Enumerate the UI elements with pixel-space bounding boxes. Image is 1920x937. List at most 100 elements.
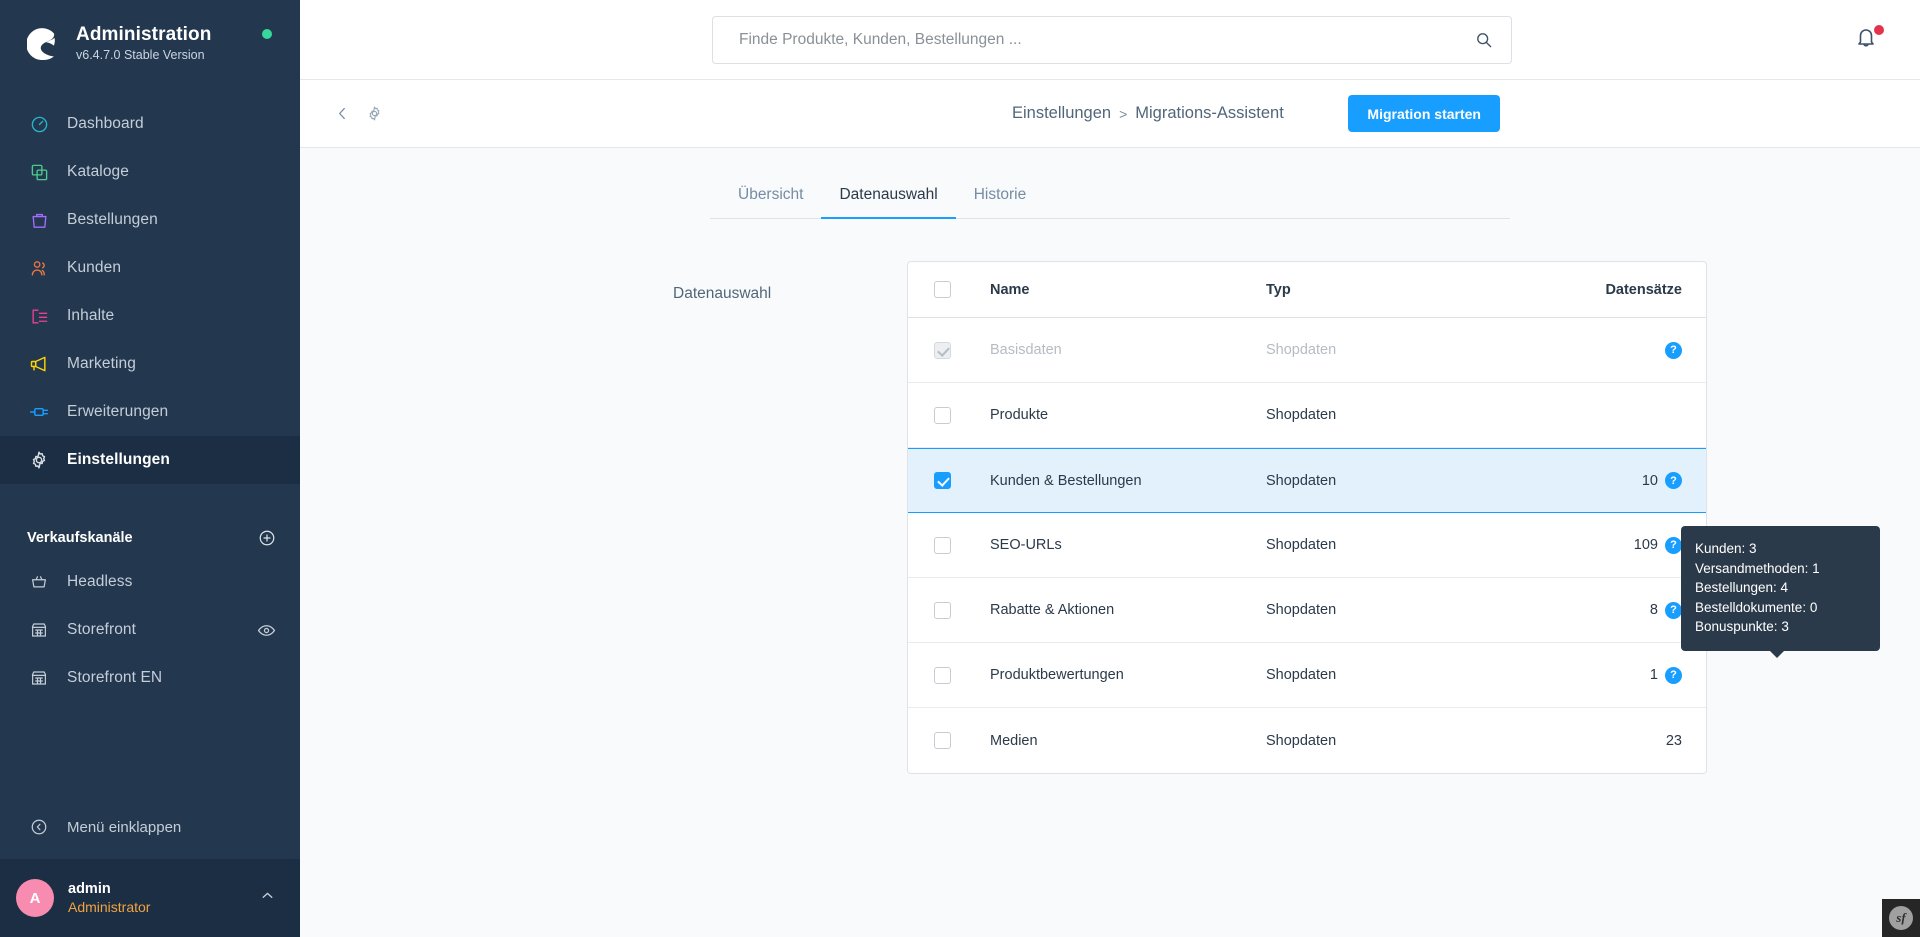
row-records: ? — [1586, 341, 1706, 359]
sales-channel-section-header: Verkaufskanäle — [0, 518, 300, 558]
collapse-menu-button[interactable]: Menü einklappen — [0, 803, 300, 851]
sidebar-title-block: Administration v6.4.7.0 Stable Version — [76, 24, 211, 64]
table-row[interactable]: Medien Shopdaten 23 — [908, 708, 1706, 773]
help-icon[interactable]: ? — [1665, 472, 1682, 489]
row-select-cell — [934, 341, 980, 359]
row-select-cell — [934, 536, 980, 554]
shopware-logo-icon — [22, 22, 66, 66]
help-icon[interactable]: ? — [1665, 601, 1682, 619]
sidebar-item-inhalte[interactable]: Inhalte — [0, 292, 300, 340]
tab-datenauswahl[interactable]: Datenauswahl — [821, 172, 956, 219]
sidebar-item-marketing[interactable]: Marketing — [0, 340, 300, 388]
settings-shortcut-button[interactable] — [360, 100, 388, 128]
sidebar-item-kataloge[interactable]: Kataloge — [0, 148, 300, 196]
row-name: Kunden & Bestellungen — [990, 472, 1142, 489]
chevron-up-icon — [259, 887, 276, 909]
sidebar-item-storefront[interactable]: Storefront — [0, 606, 300, 654]
data-selection-section: Datenauswahl Name Typ Datensätze Basisda… — [510, 261, 1710, 774]
extensions-icon — [23, 402, 55, 422]
search-box[interactable] — [712, 15, 1512, 64]
user-menu[interactable]: A admin Administrator — [0, 859, 300, 937]
user-role: Administrator — [68, 899, 151, 915]
symfony-debug-toolbar[interactable]: sf — [1882, 899, 1920, 937]
row-checkbox[interactable] — [934, 601, 951, 619]
sidebar-item-label: Storefront — [67, 621, 137, 638]
table-row[interactable]: Produkte Shopdaten — [908, 383, 1706, 448]
sidebar-item-erweiterungen[interactable]: Erweiterungen — [0, 388, 300, 436]
table-row[interactable]: Kunden & Bestellungen Shopdaten 10 ? — [908, 448, 1706, 513]
row-select-cell — [934, 406, 980, 424]
row-checkbox — [934, 341, 951, 359]
sidebar-item-label: Inhalte — [67, 307, 115, 324]
status-dot — [262, 29, 272, 39]
row-records: 1 ? — [1586, 666, 1706, 684]
row-name: Rabatte & Aktionen — [990, 602, 1115, 618]
tab-uebersicht[interactable]: Übersicht — [720, 172, 821, 219]
sidebar-item-storefront-en[interactable]: Storefront EN — [0, 654, 300, 702]
row-checkbox[interactable] — [934, 406, 951, 424]
search-icon[interactable] — [1474, 30, 1493, 49]
global-search — [712, 15, 1512, 64]
notification-badge — [1874, 24, 1884, 35]
column-header-records: Datensätze — [1605, 281, 1682, 298]
row-type: Shopdaten — [1266, 732, 1337, 749]
sidebar-item-bestellungen[interactable]: Bestellungen — [0, 196, 300, 244]
app-title: Administration — [76, 24, 212, 45]
row-type: Shopdaten — [1266, 602, 1337, 618]
table-row[interactable]: Basisdaten Shopdaten ? — [908, 318, 1706, 383]
sidebar-item-label: Erweiterungen — [67, 403, 169, 420]
notifications-button[interactable] — [1854, 24, 1884, 55]
data-selection-table: Name Typ Datensätze Basisdaten Shopdaten… — [907, 261, 1707, 774]
table-row[interactable]: Rabatte & Aktionen Shopdaten 8 ? — [908, 578, 1706, 643]
row-type: Shopdaten — [1266, 667, 1337, 683]
start-migration-button[interactable]: Migration starten — [1348, 95, 1500, 132]
sidebar-item-label: Einstellungen — [67, 451, 170, 468]
row-type: Shopdaten — [1266, 407, 1337, 423]
breadcrumb-current: Migrations-Assistent — [1135, 104, 1284, 122]
row-checkbox[interactable] — [934, 472, 951, 489]
breadcrumb-separator: > — [1119, 105, 1128, 122]
store-icon — [23, 669, 55, 687]
tab-historie[interactable]: Historie — [956, 172, 1045, 219]
help-icon[interactable]: ? — [1665, 341, 1682, 359]
catalog-icon — [23, 163, 55, 182]
sidebar-item-kunden[interactable]: Kunden — [0, 244, 300, 292]
row-type: Shopdaten — [1266, 472, 1337, 489]
row-name: Produkte — [990, 407, 1049, 423]
record-details-tooltip: Kunden: 3 Versandmethoden: 1 Bestellunge… — [1681, 526, 1880, 657]
sidebar-item-label: Headless — [67, 573, 133, 590]
sidebar-item-dashboard[interactable]: Dashboard — [0, 100, 300, 148]
table-row[interactable]: Produktbewertungen Shopdaten 1 ? — [908, 643, 1706, 708]
help-icon[interactable]: ? — [1665, 536, 1682, 554]
row-name: Medien — [990, 732, 1038, 749]
eye-icon[interactable] — [257, 621, 276, 640]
sidebar-header: Administration v6.4.7.0 Stable Version — [0, 0, 300, 88]
sidebar-item-einstellungen[interactable]: Einstellungen — [0, 436, 300, 484]
user-name: admin — [68, 881, 111, 897]
row-record-count: 23 — [1665, 732, 1682, 749]
select-all-checkbox[interactable] — [934, 281, 951, 298]
sidebar-item-label: Bestellungen — [67, 211, 158, 228]
row-checkbox[interactable] — [934, 666, 951, 684]
plus-circle-icon[interactable] — [258, 529, 276, 547]
help-icon[interactable]: ? — [1665, 666, 1682, 684]
tooltip-line: Versandmethoden: 1 — [1695, 560, 1820, 576]
row-records: 23 — [1586, 733, 1706, 749]
dashboard-icon — [23, 115, 55, 134]
search-input[interactable] — [739, 30, 1474, 49]
sales-channel-title: Verkaufskanäle — [27, 530, 133, 546]
table-row[interactable]: SEO-URLs Shopdaten 109 ? — [908, 513, 1706, 578]
row-name: Basisdaten — [990, 342, 1062, 358]
breadcrumb-parent[interactable]: Einstellungen — [1012, 104, 1111, 123]
sidebar-item-headless[interactable]: Headless — [0, 558, 300, 606]
sidebar-item-label: Dashboard — [67, 115, 144, 132]
user-meta: admin Administrator — [68, 880, 259, 916]
back-button[interactable] — [328, 100, 356, 128]
row-checkbox[interactable] — [934, 536, 951, 554]
row-select-cell — [934, 666, 980, 684]
orders-icon — [23, 211, 55, 230]
customers-icon — [23, 259, 55, 278]
gear-icon — [23, 450, 55, 470]
breadcrumb: Einstellungen > Migrations-Assistent — [1012, 104, 1284, 123]
row-checkbox[interactable] — [934, 732, 951, 749]
